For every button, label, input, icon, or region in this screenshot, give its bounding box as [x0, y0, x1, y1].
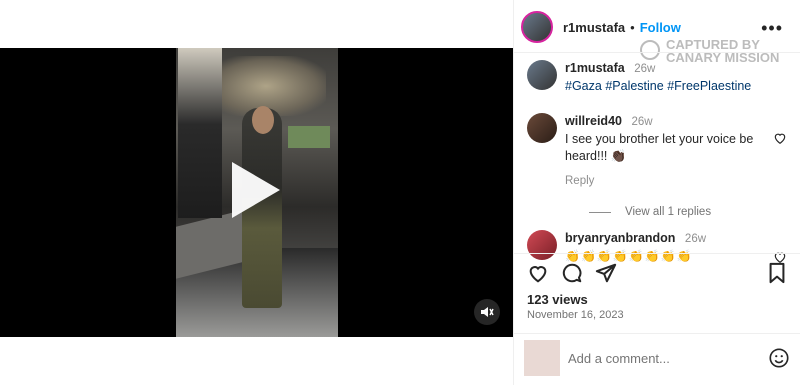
avatar[interactable]: [527, 113, 557, 143]
comments-section: r1mustafa 26w #Gaza #Palestine #FreePlae…: [527, 60, 793, 265]
panel-divider: [513, 0, 514, 385]
caption-age: 26w: [634, 63, 656, 75]
more-icon[interactable]: •••: [761, 18, 783, 39]
hashtag[interactable]: #FreePlaestine: [667, 79, 751, 93]
comment-icon[interactable]: [561, 262, 583, 284]
top-strip: [0, 0, 513, 48]
comment-username[interactable]: bryanryanbrandon: [565, 231, 675, 245]
comment-text: I see you brother let your voice be hear…: [565, 132, 754, 163]
replies-line: [589, 211, 611, 213]
video-player[interactable]: [0, 48, 513, 337]
follow-button[interactable]: Follow: [640, 20, 681, 35]
avatar[interactable]: [527, 60, 557, 90]
view-replies-label[interactable]: View all 1 replies: [625, 206, 711, 218]
comment-divider: [513, 333, 800, 334]
comment-item: willreid40 26w I see you brother let you…: [527, 113, 793, 190]
comment-text: 👏👏👏👏👏👏👏👏: [565, 249, 693, 263]
hashtag[interactable]: #Gaza: [565, 79, 602, 93]
heart-icon[interactable]: [773, 131, 787, 145]
commenter-thumbnail: [524, 340, 560, 376]
mute-icon[interactable]: [474, 299, 500, 325]
caption: r1mustafa 26w #Gaza #Palestine #FreePlae…: [527, 60, 793, 95]
hashtag[interactable]: #Palestine: [605, 79, 663, 93]
share-icon[interactable]: [595, 262, 617, 284]
separator-dot: •: [630, 19, 635, 35]
heart-icon[interactable]: [527, 262, 549, 284]
avatar[interactable]: [527, 230, 557, 260]
post-date[interactable]: November 16, 2023: [527, 309, 624, 321]
post-username[interactable]: r1mustafa: [563, 20, 625, 35]
actions-divider: [513, 253, 800, 254]
caption-username[interactable]: r1mustafa: [565, 61, 625, 75]
comment-item: bryanryanbrandon 26w 👏👏👏👏👏👏👏👏: [527, 230, 793, 265]
watermark-seal: [640, 40, 660, 60]
view-replies-link[interactable]: View all 1 replies: [589, 206, 793, 218]
comment-age: 26w: [684, 233, 707, 245]
comment-age: 26w: [631, 116, 653, 128]
header-divider: [513, 52, 800, 53]
view-count[interactable]: 123 views: [527, 292, 588, 307]
emoji-icon[interactable]: [768, 347, 790, 369]
reply-button[interactable]: Reply: [565, 173, 793, 190]
bookmark-icon[interactable]: [767, 262, 787, 284]
add-comment-input[interactable]: [566, 349, 768, 367]
action-bar: [527, 262, 789, 286]
add-comment-bar: [524, 338, 790, 378]
comment-username[interactable]: willreid40: [565, 114, 622, 128]
play-icon[interactable]: [232, 162, 280, 218]
avatar[interactable]: [521, 11, 553, 43]
